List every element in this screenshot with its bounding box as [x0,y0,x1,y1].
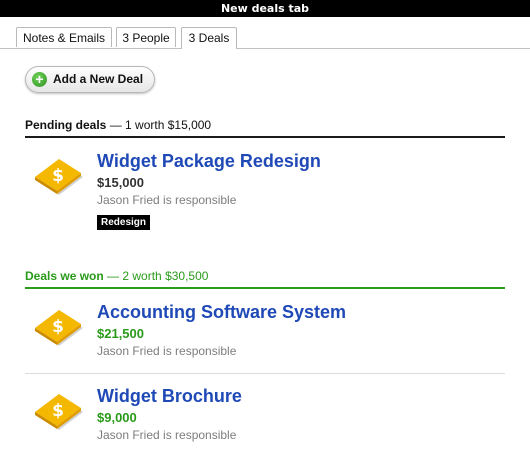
svg-text:$: $ [52,317,64,337]
tab-deals[interactable]: 3 Deals [181,27,237,49]
deal-name-link[interactable]: Widget Package Redesign [97,151,321,172]
deal-tag[interactable]: Redesign [97,215,151,230]
money-icon: $ [35,394,83,430]
deal-responsible: Jason Fried is responsible [97,193,237,207]
add-deal-label: Add a New Deal [53,72,144,86]
deal-item: $ Widget Package Redesign $15,000 Jason … [25,151,505,241]
plus-icon: + [32,72,47,87]
deal-name-link[interactable]: Widget Brochure [97,386,242,407]
won-section-summary: — 2 worth $30,500 [107,269,209,283]
tab-notes-emails[interactable]: Notes & Emails [16,27,112,47]
won-divider [25,287,505,289]
deal-name-link[interactable]: Accounting Software System [97,302,346,323]
pending-section-header: Pending deals — 1 worth $15,000 [25,118,505,132]
won-section-title: Deals we won [25,269,104,283]
add-deal-button[interactable]: + Add a New Deal [25,66,155,93]
deal-separator [25,373,505,374]
deal-responsible: Jason Fried is responsible [97,428,237,442]
money-icon: $ [35,159,83,195]
deal-amount: $21,500 [97,326,144,341]
money-icon: $ [35,310,83,346]
tab-people[interactable]: 3 People [116,27,176,47]
tab-bar: Notes & Emails 3 People 3 Deals [0,27,530,49]
deal-amount: $15,000 [97,175,144,190]
deal-responsible: Jason Fried is responsible [97,344,237,358]
pending-section-summary: — 1 worth $15,000 [109,118,212,132]
won-section-header: Deals we won — 2 worth $30,500 [25,269,505,283]
deal-item: $ Accounting Software System $21,500 Jas… [25,302,505,368]
deal-item: $ Widget Brochure $9,000 Jason Fried is … [25,386,505,452]
svg-text:$: $ [52,166,64,186]
pending-divider [25,136,505,138]
pending-section-title: Pending deals [25,118,107,132]
svg-text:$: $ [52,401,64,421]
deal-amount: $9,000 [97,410,137,425]
window-title: New deals tab [0,0,530,17]
